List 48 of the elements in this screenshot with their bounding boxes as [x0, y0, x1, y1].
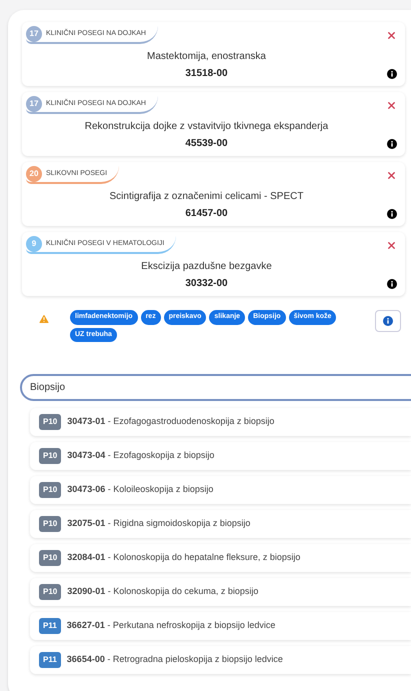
- search-field[interactable]: Biopsijo: [20, 374, 411, 401]
- result-item[interactable]: P11 36654-00 - Retrogradna pieloskopija z biopsijo ledvice: [30, 646, 411, 674]
- category-number: 17: [26, 26, 42, 42]
- group-badge: P10: [39, 448, 62, 464]
- category-number: 20: [26, 166, 42, 182]
- result-text: 32075-01 - Rigidna sigmoidoskopija z biopsijo: [67, 517, 250, 530]
- group-badge: P10: [39, 550, 62, 566]
- remove-icon[interactable]: [386, 100, 397, 111]
- result-item[interactable]: P10 30473-04 - Ezofagoskopija z biopsijo: [30, 442, 411, 470]
- result-item[interactable]: P10 30473-06 - Koloileoskopija z biopsijo: [30, 476, 411, 504]
- procedure-code: 31518-00: [185, 67, 228, 81]
- result-item[interactable]: P10 32075-01 - Rigidna sigmoidoskopija z biopsijo: [30, 510, 411, 538]
- result-text: 36627-01 - Perkutana nefroskopija z biopsijo ledvice: [66, 619, 276, 632]
- warning-icon: [38, 313, 50, 325]
- result-text: 30473-01 - Ezofagogastroduodenoskopija z biopsijo: [67, 415, 274, 428]
- info-button[interactable]: [375, 310, 401, 332]
- result-text: 32084-01 - Kolonoskopija do hepatalne fleksure, z biopsijo: [67, 551, 300, 564]
- group-badge: P10: [39, 516, 62, 532]
- group-badge: P11: [39, 652, 61, 668]
- info-icon[interactable]: [387, 139, 397, 149]
- result-item[interactable]: P10 32090-01 - Kolonoskopija do cekuma, z biopsijo: [30, 578, 411, 606]
- result-text: 30473-06 - Koloileoskopija z biopsijo: [67, 483, 214, 496]
- procedure-title: Rekonstrukcija dojke z vstavitvijo tkivnega ekspanderja: [84, 120, 328, 134]
- category-number: 17: [26, 96, 42, 112]
- remove-icon[interactable]: [386, 170, 397, 181]
- result-item[interactable]: P10 32084-01 - Kolonoskopija do hepatalne fleksure, z biopsijo: [30, 544, 411, 572]
- procedure-title: Mastektomija, enostranska: [147, 50, 266, 64]
- group-badge: P10: [39, 482, 62, 498]
- group-badge: P10: [39, 584, 62, 600]
- info-icon[interactable]: [383, 316, 393, 326]
- group-badge: P10: [39, 414, 62, 430]
- result-item[interactable]: P10 30473-01 - Ezofagogastroduodenoskopija z biopsijo: [30, 408, 411, 436]
- category-number: 9: [26, 236, 42, 252]
- remove-icon[interactable]: [386, 30, 397, 41]
- info-icon[interactable]: [387, 209, 397, 219]
- group-badge: P11: [39, 618, 61, 634]
- result-text: 36654-00 - Retrogradna pieloskopija z biopsijo ledvice: [66, 653, 283, 666]
- result-item[interactable]: P11 36627-01 - Perkutana nefroskopija z biopsijo ledvice: [30, 612, 411, 640]
- info-icon[interactable]: [387, 279, 397, 289]
- remove-icon[interactable]: [386, 240, 397, 251]
- result-text: 32090-01 - Kolonoskopija do cekuma, z biopsijo: [67, 585, 258, 598]
- procedure-title: Scintigrafija z označenimi celicami - SPECT: [110, 190, 304, 204]
- procedure-title: Ekscizija pazdušne bezgavke: [141, 260, 272, 274]
- procedure-code: 61457-00: [185, 207, 228, 221]
- procedure-code: 30332-00: [185, 277, 228, 291]
- result-text: 30473-04 - Ezofagoskopija z biopsijo: [67, 449, 214, 462]
- procedure-code: 45539-00: [185, 137, 228, 151]
- info-icon[interactable]: [387, 69, 397, 79]
